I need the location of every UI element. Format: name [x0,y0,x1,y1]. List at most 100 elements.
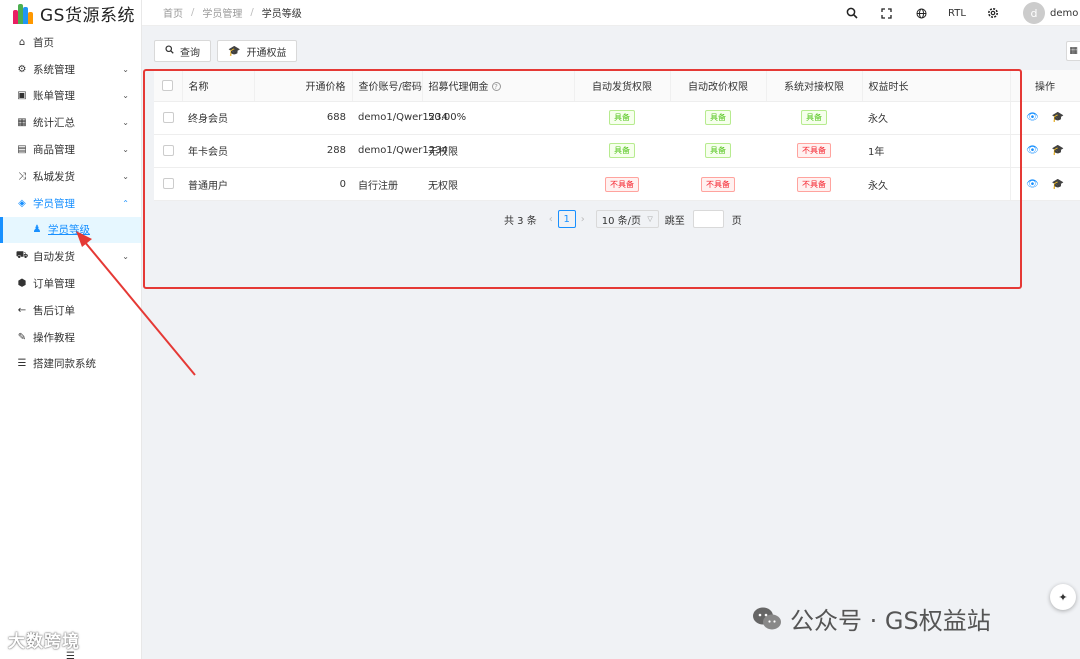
money-icon: ▣ [17,90,27,102]
cell-api: 不具备 [766,167,862,201]
sidebar-item-9[interactable]: ⬢ 订单管理 [0,270,141,297]
row-checkbox-cell[interactable] [154,134,182,169]
sidebar-item-12[interactable]: ☰ 搭建同款系统 [0,351,141,378]
col-ops: 操作 [1010,70,1080,102]
graduation-cap-icon[interactable]: 🎓 [1052,145,1064,156]
status-badge: 不具备 [605,176,639,192]
eye-icon[interactable]: 👁 [1026,145,1039,156]
sidebar-item-label: 搭建同款系统 [33,358,96,371]
chevron-icon: ⌄ [122,64,129,74]
sidebar-item-label: 订单管理 [33,278,75,291]
row-checkbox[interactable] [162,111,174,123]
select-all-checkbox[interactable] [162,79,174,91]
col-account: 查价账号/密码 [352,70,423,102]
sidebar-item-11[interactable]: ✎ 操作教程 [0,324,141,351]
graduation-cap-icon: 🎓 [228,45,241,57]
page-unit-label: 页 [731,215,742,227]
column-settings-icon[interactable]: ▦ [1066,41,1080,61]
table-icon: ▦ [17,117,27,129]
settings-icon[interactable] [975,7,1010,19]
app-logo[interactable]: GS货源系统 [0,0,141,26]
sidebar: GS货源系统 ⌂ 首页 ⚙ 系统管理 ⌄ ▣ 账单管理 ⌄ ▦ 统计汇总 ⌄ ▤ 商品管理 ⌄ ⤨ 私城发货 ⌄… [0,0,142,659]
fullscreen-icon[interactable] [869,7,904,19]
select-all-checkbox-cell[interactable] [154,70,183,102]
graduation-cap-icon[interactable]: 🎓 [1052,112,1064,123]
chevron-icon: ⌃ [122,198,129,208]
rtl-toggle[interactable]: RTL [939,8,975,19]
row-checkbox-cell[interactable] [154,167,182,201]
sidebar-item-3[interactable]: ▦ 统计汇总 ⌄ [0,109,141,136]
sidebar-item-label: 系统管理 [33,63,75,76]
col-name: 名称 [182,70,255,102]
cell-price: 688 [254,101,352,135]
cell-account: demo1/Qwer1234 [352,134,448,169]
cell-auto-price: 具备 [670,134,766,169]
query-button[interactable]: 查询 [154,40,211,62]
cell-name: 终身会员 [182,101,254,135]
chevron-icon: ⌄ [122,171,129,181]
chevron-icon: ⌄ [122,145,129,155]
page-size-value: 10 条/页 [601,215,642,227]
sidebar-item-6[interactable]: ◈ 学员管理 ⌃ [0,190,141,217]
chevron-down-icon: ▽ [647,215,653,223]
sidebar-item-7[interactable]: ♟ 学员等级 [0,216,141,244]
next-page-icon[interactable]: › [581,214,585,225]
graduation-cap-icon[interactable]: 🎓 [1052,179,1064,190]
search-icon [165,45,174,57]
person-icon: ♟ [32,224,42,236]
cell-ops: 👁 🎓 [1009,101,1080,135]
eye-icon[interactable]: 👁 [1026,112,1039,123]
cell-auto-ship: 具备 [574,101,670,135]
sidebar-item-label: 售后订单 [33,304,75,317]
toolbar: 查询 🎓 开通权益 [154,40,298,62]
breadcrumb-parent[interactable]: 学员管理 [202,5,242,20]
sidebar-item-10[interactable]: ← 售后订单 [0,297,141,324]
row-checkbox-cell[interactable] [154,101,182,135]
wechat-icon [752,606,782,632]
status-badge: 具备 [801,110,827,126]
cell-commission: 无权限 [422,167,574,201]
sidebar-item-5[interactable]: ⤨ 私城发货 ⌄ [0,163,141,190]
cell-name: 年卡会员 [182,134,254,169]
sidebar-item-0[interactable]: ⌂ 首页 [0,29,141,56]
sidebar-item-8[interactable]: ⛟ 自动发货 ⌄ [0,243,141,270]
table-row: 终身会员 688 demo1/Qwer1234 50.00% 具备 具备 具备 永久 👁 🎓 [154,101,1080,135]
collapse-menu-icon[interactable]: ☰ [66,651,75,659]
page-item-current[interactable]: 1 [557,210,576,228]
watermark-left-text: 大数跨境 [8,632,80,652]
breadcrumb: 首页 / 学员管理 / 学员等级 [163,5,302,20]
table-row: 年卡会员 288 demo1/Qwer1234 无权限 具备 具备 不具备 1年 👁 🎓 [154,134,1080,169]
cell-commission: 50.00% [422,101,574,135]
open-rights-button[interactable]: 🎓 开通权益 [217,40,298,62]
username[interactable]: demo [1050,8,1080,19]
breadcrumb-current: 学员等级 [261,9,302,20]
sidebar-item-2[interactable]: ▣ 账单管理 ⌄ [0,83,141,110]
status-badge: 不具备 [797,143,831,159]
row-checkbox[interactable] [162,178,174,190]
search-icon[interactable] [834,7,869,19]
sidebar-item-1[interactable]: ⚙ 系统管理 ⌄ [0,56,141,83]
app-title: GS货源系统 [40,5,135,26]
avatar[interactable]: d [1023,2,1045,24]
col-commission: 招募代理佣金? [422,70,575,102]
sidebar-menu: ⌂ 首页 ⚙ 系统管理 ⌄ ▣ 账单管理 ⌄ ▦ 统计汇总 ⌄ ▤ 商品管理 ⌄ ⤨ 私城发货 ⌄ ◈ 学员管理 ⌃ ♟… [0,29,141,377]
jump-page-input[interactable] [692,210,724,228]
top-header: 首页 / 学员管理 / 学员等级 RTL d demo [142,0,1080,26]
cell-commission: 无权限 [422,134,574,169]
row-checkbox[interactable] [162,145,174,157]
col-commission-label: 招募代理佣金 [428,81,489,93]
cell-auto-price: 不具备 [670,167,766,201]
help-icon[interactable]: ? [491,82,501,92]
status-badge: 具备 [609,143,635,159]
page-size-select[interactable]: 10 条/页 ▽ [595,210,659,228]
table-header-row: 名称 开通价格 查价账号/密码 招募代理佣金? 自动发货权限 自动改价权限 系统… [154,70,1080,102]
status-badge: 具备 [609,110,635,126]
prev-page-icon[interactable]: ‹ [549,214,553,225]
breadcrumb-home[interactable]: 首页 [163,5,183,20]
eye-icon[interactable]: 👁 [1026,179,1039,190]
sidebar-item-label: 商品管理 [33,144,75,157]
sidebar-item-4[interactable]: ▤ 商品管理 ⌄ [0,136,141,163]
globe-icon[interactable] [904,8,939,19]
magic-wand-icon[interactable]: ✦ [1050,584,1076,610]
pagination: 共 3 条 ‹ 1 › 10 条/页 ▽ 跳至 页 [504,210,742,228]
